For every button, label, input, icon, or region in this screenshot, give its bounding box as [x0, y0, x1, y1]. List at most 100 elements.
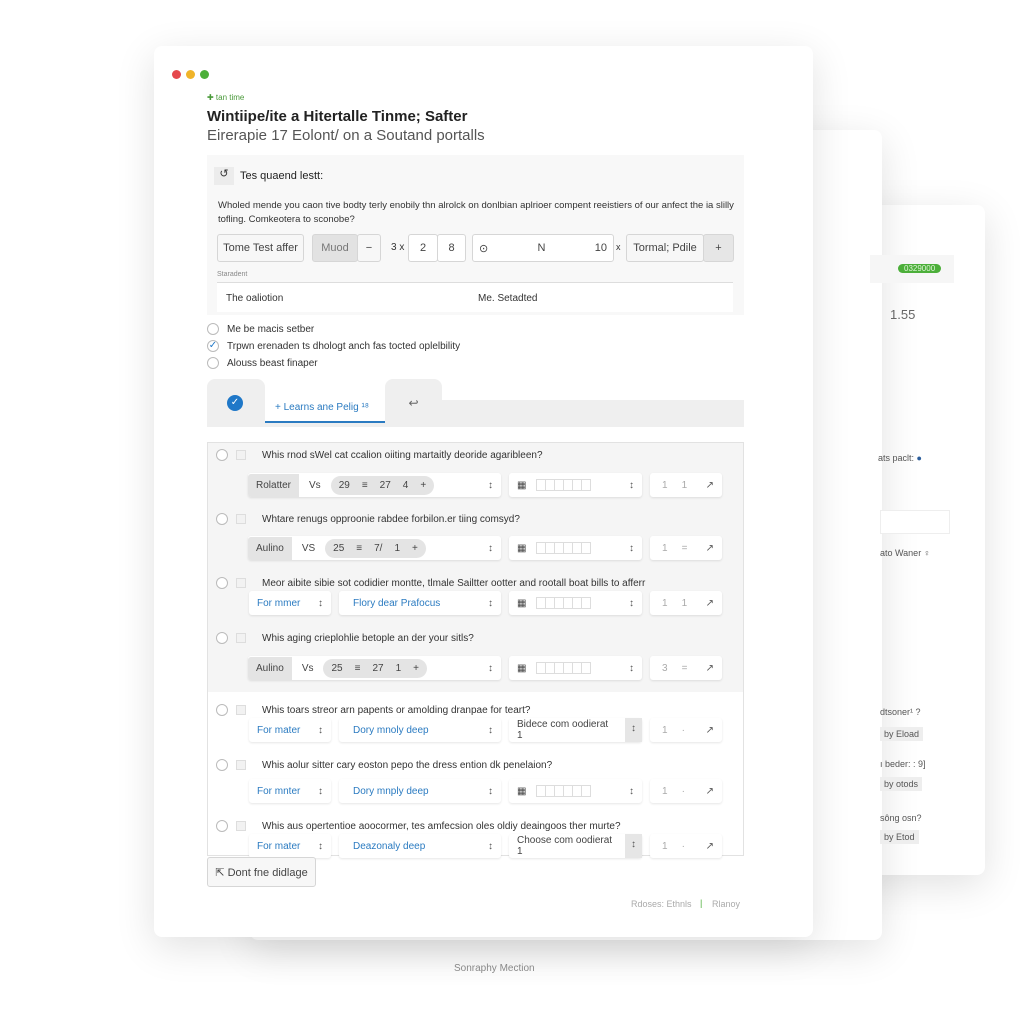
option-boxes[interactable]: ▦ ↕ [509, 779, 642, 803]
tab-check[interactable]: ✓ [207, 379, 265, 427]
answer-select[interactable]: For mater ↕ [249, 834, 331, 858]
stepper-icon[interactable]: ↕ [625, 834, 642, 858]
question-row[interactable]: Whis toars streor arn papents or amoldin… [216, 704, 530, 716]
tab-active[interactable]: + Learns ane Pelig ¹⁸ [265, 395, 385, 423]
format-group[interactable]: ⊙ N 10 [472, 234, 614, 262]
checkbox-icon[interactable] [236, 450, 246, 460]
checked-radio-icon[interactable]: ✓ [207, 340, 219, 352]
dont-save-button[interactable]: ⇱ Dont fne didlage [207, 857, 316, 887]
refresh-icon[interactable]: ↺ [214, 167, 234, 185]
answer-select[interactable]: Dory mnply deep ↕ [339, 779, 501, 803]
sort-icon[interactable]: ↕ [629, 598, 634, 609]
number-pill[interactable]: 25 ≡ 7/1 + [325, 538, 426, 558]
answer-tag[interactable]: Aulino [248, 536, 292, 560]
option-boxes[interactable]: ▦ ↕ [509, 536, 642, 560]
question-row[interactable]: Whis aus opertentioe aoocormer, tes amfe… [216, 820, 621, 832]
question-row[interactable]: Whtare renugs opproonie rabdee forbilon.… [216, 513, 520, 525]
box-inputs[interactable] [536, 662, 592, 674]
action-cell[interactable]: 1 · ↗ [650, 779, 722, 803]
number-pill[interactable]: 29 ≡ 27 4 + [330, 475, 435, 495]
sort-icon[interactable]: ↕ [488, 663, 493, 674]
option-0[interactable]: Me be macis setber [207, 323, 314, 335]
option-1[interactable]: ✓ Trpwn erenaden ts dhologt anch fas toct… [207, 340, 460, 352]
field-row[interactable]: The oaliotion Me. Setadted [217, 282, 733, 312]
checkbox-icon[interactable] [236, 633, 246, 643]
question-row[interactable]: Whis rnod sWel cat ccalion oiiting marta… [216, 449, 543, 461]
side-input[interactable] [880, 510, 950, 534]
answer-tag[interactable]: Aulino [248, 656, 292, 680]
number-field[interactable]: 8 [437, 234, 466, 262]
breadcrumb[interactable]: ✚ tan time [207, 93, 244, 102]
option-2[interactable]: Alouss beast finaper [207, 357, 318, 369]
sort-icon[interactable]: ↕ [629, 663, 634, 674]
box-inputs[interactable] [536, 597, 592, 609]
add-button[interactable]: + [703, 234, 734, 262]
answer-select[interactable]: For mmer ↕ [249, 591, 331, 615]
checkbox-icon[interactable] [236, 760, 246, 770]
radio-icon[interactable] [207, 357, 219, 369]
expand-icon[interactable]: ↗ [706, 786, 714, 797]
format-size[interactable]: 10 [595, 242, 607, 254]
action-cell[interactable]: 1 · ↗ [650, 718, 722, 742]
expand-icon[interactable]: ↗ [706, 663, 714, 674]
expand-icon[interactable]: ↗ [706, 480, 714, 491]
footer-link[interactable]: Rdoses: Ethnls [631, 899, 692, 909]
sort-icon[interactable]: ↕ [629, 480, 634, 491]
footer-link[interactable]: Rlanoy [712, 899, 740, 909]
action-cell[interactable]: 1 = ↗ [650, 536, 722, 560]
radio-icon[interactable] [216, 704, 228, 716]
action-cell[interactable]: 1 · ↗ [650, 834, 722, 858]
question-row[interactable]: Whis aging crieplohlie betople an der yo… [216, 632, 474, 644]
sort-icon[interactable]: ↕ [629, 543, 634, 554]
answer-cell[interactable]: Aulino VS 25 ≡ 7/1 + ↕ [248, 536, 501, 560]
format-icon[interactable]: ⊙ [479, 242, 488, 255]
question-row[interactable]: Whis aolur sitter cary eoston pepo the d… [216, 759, 552, 771]
answer-select[interactable]: Dory mnoly deep ↕ [339, 718, 501, 742]
side-item-sub[interactable]: by Etod [880, 830, 919, 844]
checkbox-icon[interactable] [236, 514, 246, 524]
box-inputs[interactable] [536, 785, 592, 797]
close-dot[interactable] [172, 70, 181, 79]
checkbox-icon[interactable] [236, 821, 246, 831]
number-pill[interactable]: 25 ≡ 27 1 + [323, 658, 427, 678]
test-button[interactable]: Tome Test affer [217, 234, 304, 262]
expand-icon[interactable]: ↗ [706, 841, 714, 852]
answer-cell[interactable]: Aulino Vs 25 ≡ 27 1 + ↕ [248, 656, 501, 680]
checkbox-icon[interactable] [236, 578, 246, 588]
side-item-sub[interactable]: by Eload [880, 727, 924, 741]
answer-cell[interactable]: Rolatter Vs 29 ≡ 27 4 + ↕ [248, 473, 501, 497]
answer-select[interactable]: For mnter ↕ [249, 779, 331, 803]
sort-icon[interactable]: ↕ [488, 480, 493, 491]
answer-select[interactable]: For mater ↕ [249, 718, 331, 742]
checkbox-icon[interactable] [236, 705, 246, 715]
radio-icon[interactable] [216, 632, 228, 644]
maximize-dot[interactable] [200, 70, 209, 79]
action-cell[interactable]: 1 1 ↗ [650, 473, 722, 497]
sort-icon[interactable]: ↕ [488, 543, 493, 554]
mode-select[interactable]: Muod [312, 234, 358, 262]
option-boxes[interactable]: ▦ ↕ [509, 591, 642, 615]
option-select[interactable]: Choose com oodierat 1 ↕ [509, 834, 642, 858]
answer-tag[interactable]: Rolatter [248, 473, 300, 497]
decrement-button[interactable]: − [357, 234, 381, 262]
sort-icon[interactable]: ↕ [629, 786, 634, 797]
box-inputs[interactable] [536, 479, 592, 491]
answer-select[interactable]: Flory dear Prafocus ↕ [339, 591, 501, 615]
radio-icon[interactable] [216, 513, 228, 525]
answer-select[interactable]: Deazonaly deep ↕ [339, 834, 501, 858]
stepper-icon[interactable]: ↕ [625, 718, 642, 742]
format-select[interactable]: Tormal; Pdile [626, 234, 704, 262]
minimize-dot[interactable] [186, 70, 195, 79]
format-n[interactable]: N [538, 242, 546, 254]
radio-icon[interactable] [207, 323, 219, 335]
option-select[interactable]: Bidece com oodierat 1 ↕ [509, 718, 642, 742]
tab-undo[interactable]: ↩ [385, 379, 442, 427]
option-boxes[interactable]: ▦ ↕ [509, 656, 642, 680]
option-boxes[interactable]: ▦ ↕ [509, 473, 642, 497]
number-field[interactable]: 2 [408, 234, 438, 262]
question-row[interactable]: Meor aibite sibie sot codidier montte, t… [216, 577, 645, 589]
radio-icon[interactable] [216, 759, 228, 771]
expand-icon[interactable]: ↗ [706, 725, 714, 736]
radio-icon[interactable] [216, 820, 228, 832]
action-cell[interactable]: 3 = ↗ [650, 656, 722, 680]
